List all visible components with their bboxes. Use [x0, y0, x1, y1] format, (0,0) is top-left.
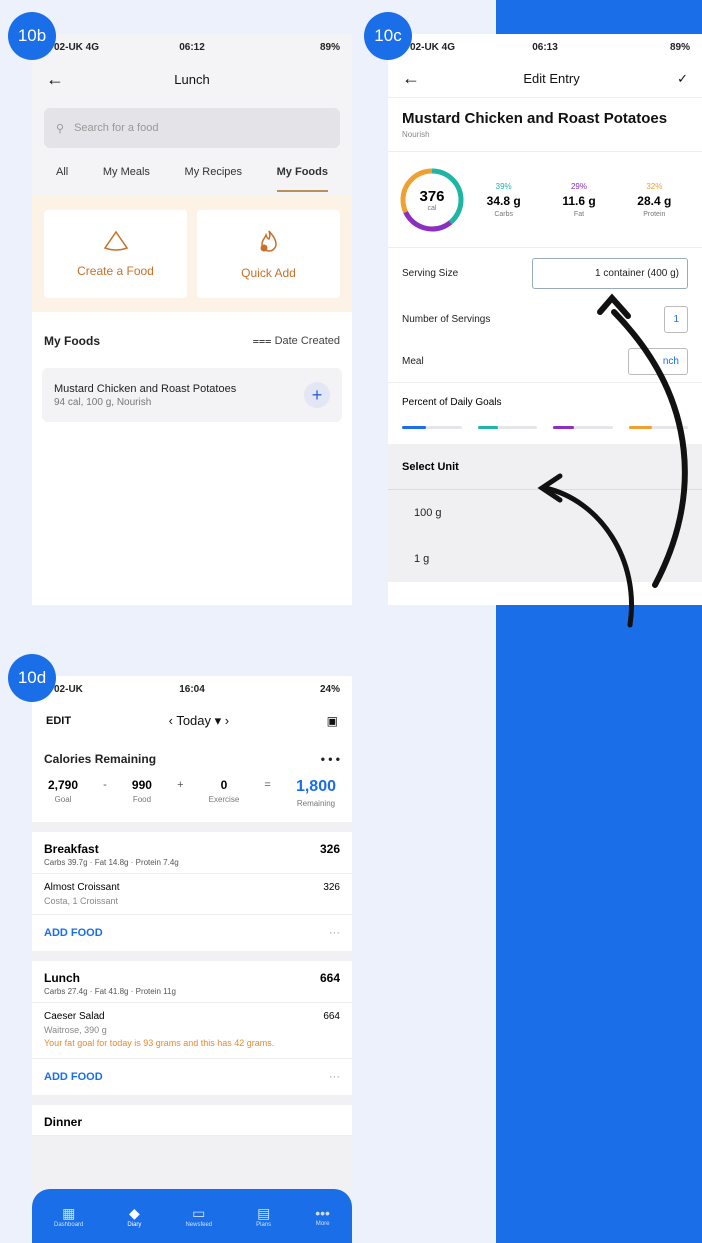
meal-name: Dinner	[44, 1115, 83, 1129]
card-title: Calories Remaining	[44, 752, 157, 766]
meal-lunch: Lunch Carbs 27.4g · Fat 41.8g · Protein 1…	[32, 961, 352, 1095]
arrow-to-select-unit	[542, 485, 634, 628]
save-icon[interactable]: ▣	[327, 714, 338, 728]
tab-newsfeed[interactable]: ▭ Newsfeed	[185, 1205, 212, 1228]
meal-name: Breakfast	[44, 842, 99, 856]
meal-calories: 664	[319, 971, 340, 985]
fat-warning: Your fat goal for today is 93 grams and …	[44, 1038, 275, 1048]
food-value: 990	[131, 778, 152, 792]
entry-detail: Costa, 1 Croissant	[44, 896, 119, 906]
clipboard-icon: ▤	[257, 1204, 271, 1221]
arrow-to-serving	[611, 309, 688, 588]
chat-icon: ▭	[192, 1204, 206, 1221]
entry-name: Caeser Salad	[44, 1011, 105, 1022]
more-icon[interactable]: ···	[329, 927, 340, 939]
annotation-arrows	[537, 293, 688, 628]
more-icon[interactable]: ···	[329, 1071, 340, 1083]
chevron-down-icon: ▾	[211, 713, 225, 728]
screen-badge-10b: 10b	[8, 12, 56, 60]
chevron-right-icon[interactable]: ›	[225, 713, 229, 728]
exercise-value: 0	[220, 778, 228, 792]
edit-button[interactable]: EDIT	[46, 715, 71, 727]
tab-label: More	[315, 1221, 330, 1227]
tab-label: Plans	[256, 1221, 272, 1228]
meal-breakfast: Breakfast Carbs 39.7g · Fat 14.8g · Prote…	[32, 832, 352, 951]
remaining-value: 1,800	[295, 778, 336, 795]
entry-name: Almost Croissant	[44, 882, 120, 893]
phone-screen-10d: 02-UK 16:04 24% EDIT ‹ Today ▾ › ▣ Calor…	[32, 676, 352, 1243]
diary-icon: ◆	[129, 1204, 140, 1221]
day-label: Today	[176, 713, 212, 728]
food-label: Food	[132, 795, 152, 804]
goal-label: Goal	[54, 795, 72, 804]
status-bar: 02-UK 16:04 24%	[32, 676, 352, 702]
tab-more[interactable]: ••• More	[315, 1205, 330, 1227]
entry-calories: 664	[323, 1011, 340, 1022]
grid-icon: ▦	[62, 1204, 76, 1221]
add-food-button[interactable]: ADD FOOD	[44, 927, 103, 939]
tab-diary[interactable]: ◆ Diary	[127, 1205, 141, 1228]
food-entry[interactable]: Caeser Salad Waitrose, 390 g Your fat goal…	[32, 1003, 352, 1059]
tab-dashboard[interactable]: ▦ Dashboard	[54, 1205, 83, 1228]
carrier: 02-UK	[54, 683, 83, 695]
add-food-button[interactable]: ADD FOOD	[44, 1071, 103, 1083]
meal-dinner: Dinner	[32, 1105, 352, 1136]
meal-macros: Carbs 27.4g · Fat 41.8g · Protein 11g	[44, 987, 176, 996]
tab-label: Newsfeed	[185, 1221, 213, 1228]
clock: 16:04	[179, 683, 205, 695]
exercise-label: Exercise	[208, 795, 240, 804]
goal-value: 2,790	[48, 778, 79, 792]
tab-label: Diary	[127, 1221, 142, 1228]
meal-macros: Carbs 39.7g · Fat 14.8g · Protein 7.4g	[44, 858, 179, 867]
entry-calories: 326	[323, 882, 340, 893]
meal-name: Lunch	[44, 971, 80, 985]
screen-badge-10c: 10c	[364, 12, 412, 60]
calories-remaining-card: Calories Remaining • • • 2,790 Goal - 990 F…	[32, 740, 352, 822]
entry-detail: Waitrose, 390 g	[44, 1025, 107, 1035]
more-dots-icon: •••	[315, 1205, 330, 1221]
bottom-tab-bar: ▦ Dashboard ◆ Diary ▭ Newsfeed ▤ Plans ••• Mo…	[32, 1189, 352, 1243]
nav-bar: EDIT ‹ Today ▾ › ▣	[32, 702, 352, 740]
tab-label: Dashboard	[54, 1221, 84, 1228]
food-entry[interactable]: Almost Croissant Costa, 1 Croissant 326	[32, 874, 352, 915]
more-icon[interactable]: • • •	[321, 752, 340, 766]
remaining-label: Remaining	[296, 799, 336, 808]
tab-plans[interactable]: ▤ Plans	[256, 1205, 271, 1228]
date-selector[interactable]: ‹ Today ▾ ›	[169, 713, 230, 729]
screen-badge-10d: 10d	[8, 654, 56, 702]
battery: 24%	[319, 683, 340, 695]
meal-calories: 326	[319, 842, 340, 856]
